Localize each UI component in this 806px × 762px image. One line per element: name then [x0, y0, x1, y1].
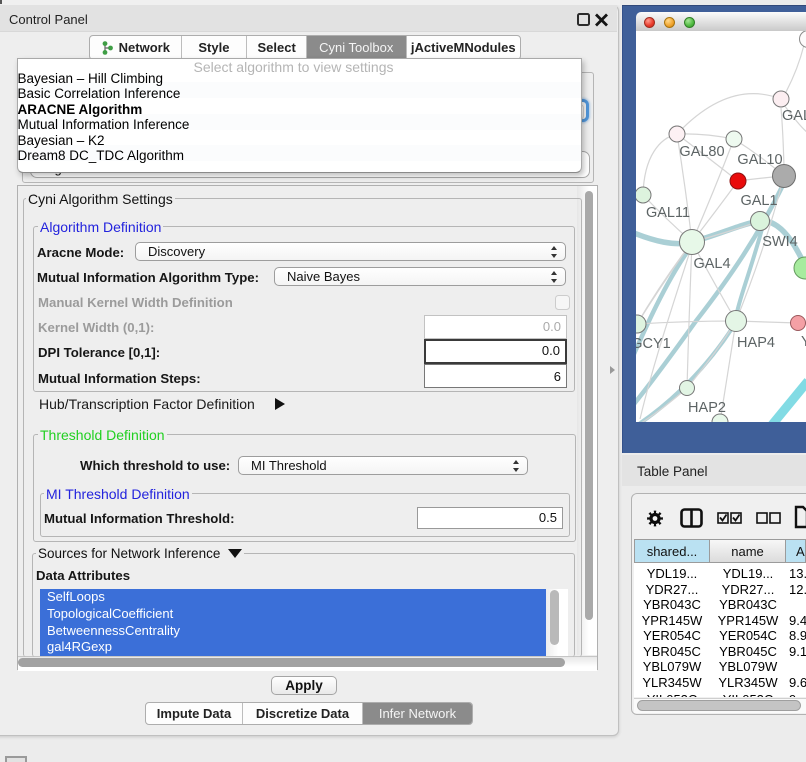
svg-text:HAP2: HAP2 [688, 400, 726, 416]
svg-text:Y: Y [801, 334, 806, 350]
svg-text:GAL11: GAL11 [646, 205, 690, 221]
svg-text:GAL10: GAL10 [737, 152, 782, 168]
svg-text:GAL80: GAL80 [679, 144, 724, 160]
svg-text:GAL7: GAL7 [782, 108, 806, 124]
svg-text:GAL4: GAL4 [693, 256, 730, 272]
svg-text:HAP4: HAP4 [737, 335, 775, 351]
svg-text:GCY1: GCY1 [636, 336, 671, 352]
svg-text:SWI4: SWI4 [762, 234, 797, 250]
svg-text:GAL1: GAL1 [740, 193, 777, 209]
